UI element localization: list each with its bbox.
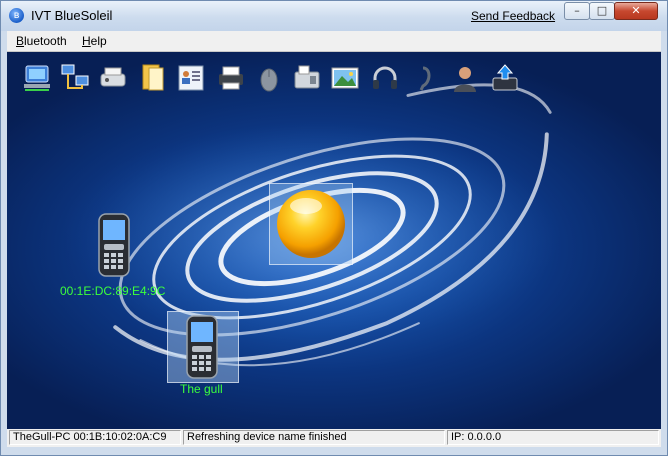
menu-bar: Bluetooth Help	[7, 31, 661, 52]
maximize-button[interactable]: □	[589, 2, 615, 20]
menu-help-label: elp	[90, 34, 107, 48]
mouse-icon[interactable]	[253, 62, 285, 94]
phone-1-icon[interactable]	[95, 212, 135, 280]
local-device-node[interactable]	[269, 183, 353, 265]
contacts-icon[interactable]	[175, 62, 207, 94]
phone-2-node[interactable]	[167, 311, 239, 383]
bluesoleil-window: ʙ IVT BlueSoleil Send Feedback – □ ✕ Blu…	[0, 0, 668, 456]
printer-icon[interactable]	[215, 62, 247, 94]
personal-area-icon[interactable]	[449, 62, 481, 94]
network-access-icon[interactable]	[21, 62, 53, 94]
menu-bluetooth-label: luetooth	[24, 34, 67, 48]
phone-2-label: The gull	[180, 382, 223, 396]
status-bar: TheGull-PC 00:1B:10:02:0A:C9 Refreshing …	[7, 429, 661, 447]
local-adapter-sphere-icon	[277, 190, 345, 258]
menu-bluetooth-accesskey: B	[16, 34, 25, 48]
menu-bluetooth[interactable]: Bluetooth	[16, 34, 67, 48]
headphones-icon[interactable]	[369, 62, 401, 94]
picture-icon[interactable]	[329, 62, 361, 94]
phone-2-icon	[186, 315, 218, 379]
phone-1-label: 00:1E:DC:89:E4:9C	[60, 284, 166, 298]
minimize-button[interactable]: –	[564, 2, 590, 20]
send-feedback-link[interactable]: Send Feedback	[471, 9, 555, 23]
status-ip: IP: 0.0.0.0	[447, 430, 659, 445]
menu-help-accesskey: H	[82, 34, 91, 48]
headset-icon[interactable]	[409, 62, 441, 94]
title-bar[interactable]: ʙ IVT BlueSoleil Send Feedback – □ ✕	[1, 1, 667, 31]
menu-help[interactable]: Help	[82, 34, 107, 48]
window-title: IVT BlueSoleil	[31, 8, 113, 23]
device-canvas: 00:1E:DC:89:E4:9C The gull	[7, 52, 661, 429]
file-transfer-icon[interactable]	[137, 62, 169, 94]
sync-icon[interactable]	[489, 62, 521, 94]
close-button[interactable]: ✕	[614, 2, 658, 20]
bluetooth-app-icon: ʙ	[9, 8, 24, 23]
status-message: Refreshing device name finished	[183, 430, 445, 445]
status-local-device: TheGull-PC 00:1B:10:02:0A:C9	[9, 430, 181, 445]
dialup-icon[interactable]	[97, 62, 129, 94]
lan-icon[interactable]	[59, 62, 91, 94]
fax-icon[interactable]	[291, 62, 323, 94]
